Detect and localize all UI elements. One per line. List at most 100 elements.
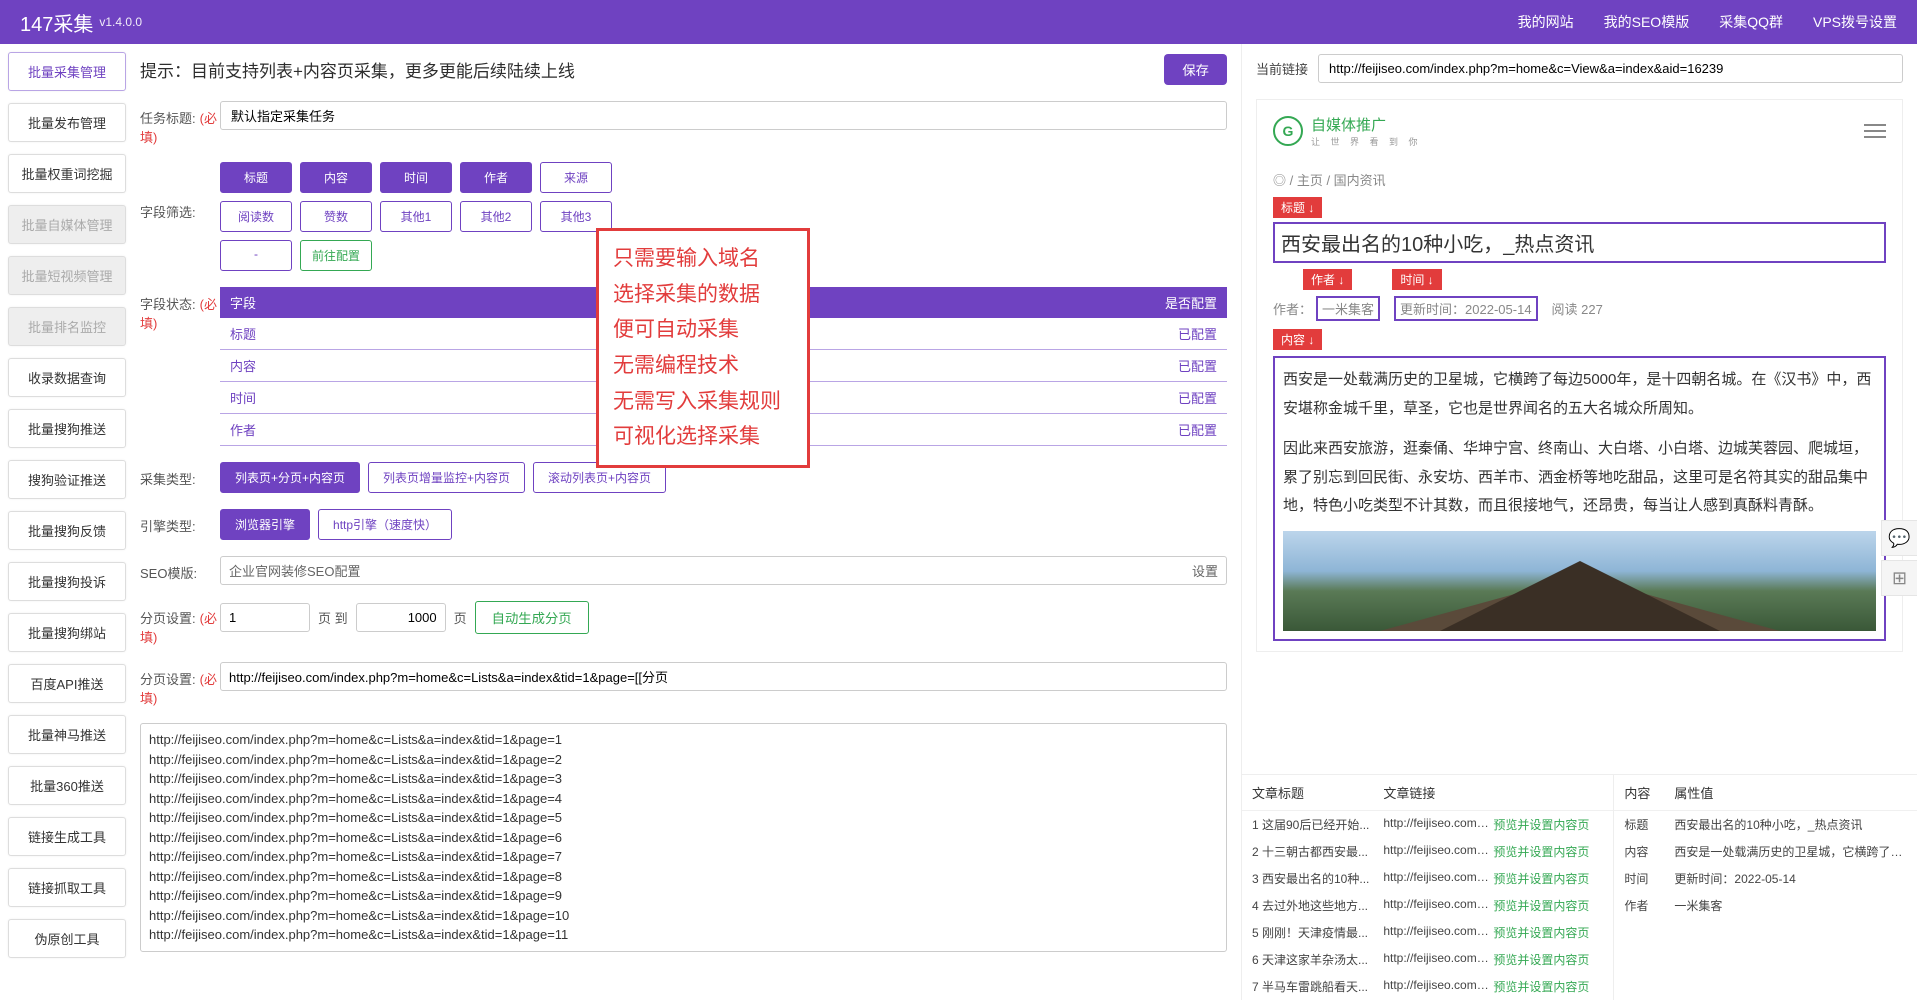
sidebar-item[interactable]: 批量搜狗反馈 <box>8 511 126 550</box>
page-tip: 提示：目前支持列表+内容页采集，更多更能后续陆续上线 <box>140 57 575 82</box>
sidebar-item[interactable]: 批量采集管理 <box>8 52 126 91</box>
sidebar-item[interactable]: 搜狗验证推送 <box>8 460 126 499</box>
table-row: 时间更新时间：2022-05-14 <box>1614 865 1917 892</box>
page-to-input[interactable] <box>356 603 446 632</box>
preview-link[interactable]: 预览并设置内容页 <box>1493 816 1603 833</box>
current-link-input[interactable] <box>1318 54 1903 83</box>
table-row: 内容西安是一处载满历史的卫星城，它横跨了每边5000年，是十四朝名... <box>1614 838 1917 865</box>
sidebar-item[interactable]: 链接抓取工具 <box>8 868 126 907</box>
preview-link[interactable]: 预览并设置内容页 <box>1493 924 1603 941</box>
current-link-label: 当前链接 <box>1256 59 1308 78</box>
engine-type-label: 引擎类型: <box>140 509 220 535</box>
topbar: 147采集 v1.4.0.0 我的网站 我的SEO模版 采集QQ群 VPS拨号设置 <box>0 0 1917 44</box>
url-list[interactable]: http://feijiseo.com/index.php?m=home&c=L… <box>140 723 1227 952</box>
auto-gen-paging-button[interactable]: 自动生成分页 <box>475 601 589 634</box>
field-chip[interactable]: 前往配置 <box>300 240 372 271</box>
field-chip[interactable]: 作者 <box>460 162 532 193</box>
nav-item[interactable]: VPS拨号设置 <box>1813 12 1897 32</box>
field-chip[interactable]: http引擎（速度快） <box>318 509 452 540</box>
author-highlight[interactable]: 一米集客 <box>1316 296 1380 321</box>
table-row[interactable]: 5 刚刚！天津疫情最...http://feijiseo.com/in...预览… <box>1242 919 1613 946</box>
preview-content-box[interactable]: 西安是一处载满历史的卫星城，它横跨了每边5000年，是十四朝名城。在《汉书》中，… <box>1273 356 1886 641</box>
field-chip[interactable]: 内容 <box>300 162 372 193</box>
preview-logo: G 自媒体推广 让 世 界 看 到 你 <box>1273 114 1422 148</box>
task-title-label: 任务标题:(必填) <box>140 101 220 146</box>
seo-template-box[interactable]: 企业官网装修SEO配置 设置 <box>220 556 1227 585</box>
field-chip[interactable]: - <box>220 240 292 271</box>
field-chip[interactable]: 列表页+分页+内容页 <box>220 462 360 493</box>
sidebar-item[interactable]: 批量排名监控 <box>8 307 126 346</box>
field-chip[interactable]: 时间 <box>380 162 452 193</box>
seo-config-link[interactable]: 设置 <box>1192 561 1218 580</box>
sidebar-item[interactable]: 批量搜狗绑站 <box>8 613 126 652</box>
table-row[interactable]: 6 天津这家羊杂汤太...http://feijiseo.com/in...预览… <box>1242 946 1613 973</box>
sidebar-item[interactable]: 批量权重词挖掘 <box>8 154 126 193</box>
page-from-input[interactable] <box>220 603 310 632</box>
seo-template-label: SEO模版: <box>140 556 220 582</box>
nav-item[interactable]: 我的SEO模版 <box>1604 12 1690 32</box>
logo-icon: G <box>1273 116 1303 146</box>
field-chip[interactable]: 其他2 <box>460 201 532 232</box>
brand: 147采集 <box>20 8 93 37</box>
author-badge[interactable]: 作者 ↓ <box>1303 269 1352 290</box>
chat-icon[interactable]: 💬 <box>1881 520 1917 556</box>
field-chip[interactable]: 赞数 <box>300 201 372 232</box>
center-panel: 提示：目前支持列表+内容页采集，更多更能后续陆续上线 保存 任务标题:(必填) … <box>134 44 1242 1000</box>
table-row[interactable]: 2 十三朝古都西安最...http://feijiseo.com/in...预览… <box>1242 838 1613 865</box>
preview-title-box[interactable]: 西安最出名的10种小吃，_热点资讯 <box>1273 222 1886 263</box>
preview-link[interactable]: 预览并设置内容页 <box>1493 951 1603 968</box>
table-row[interactable]: 4 去过外地这些地方...http://feijiseo.com/in...预览… <box>1242 892 1613 919</box>
table-row: 作者一米集客 <box>1614 892 1917 919</box>
collect-type-label: 采集类型: <box>140 462 220 488</box>
sidebar-item[interactable]: 批量神马推送 <box>8 715 126 754</box>
sidebar-item[interactable]: 批量360推送 <box>8 766 126 805</box>
red-callout: 只需要输入域名选择采集的数据便可自动采集无需编程技术无需写入采集规则可视化选择采… <box>596 228 810 468</box>
paging-url-label: 分页设置:(必填) <box>140 662 220 707</box>
content-badge[interactable]: 内容 ↓ <box>1273 329 1322 350</box>
sidebar-item[interactable]: 收录数据查询 <box>8 358 126 397</box>
field-chip[interactable]: 其他1 <box>380 201 452 232</box>
paging-label: 分页设置:(必填) <box>140 601 220 646</box>
preview-pane[interactable]: G 自媒体推广 让 世 界 看 到 你 ◎ / 主页 / 国内资讯 标题 ↓ 西… <box>1242 93 1917 774</box>
sidebar-item[interactable]: 链接生成工具 <box>8 817 126 856</box>
save-button[interactable]: 保存 <box>1164 54 1227 85</box>
time-highlight[interactable]: 更新时间：2022-05-14 <box>1394 296 1538 321</box>
sidebar-item[interactable]: 批量搜狗投诉 <box>8 562 126 601</box>
field-chip[interactable]: 来源 <box>540 162 612 193</box>
preview-link[interactable]: 预览并设置内容页 <box>1493 843 1603 860</box>
sidebar-item[interactable]: 批量短视频管理 <box>8 256 126 295</box>
field-chip[interactable]: 标题 <box>220 162 292 193</box>
sidebar-item[interactable]: 伪原创工具 <box>8 919 126 958</box>
preview-image <box>1283 531 1876 631</box>
preview-link[interactable]: 预览并设置内容页 <box>1493 897 1603 914</box>
field-status-label: 字段状态:(必填) <box>140 287 220 332</box>
sidebar-item[interactable]: 批量发布管理 <box>8 103 126 142</box>
field-chip[interactable]: 阅读数 <box>220 201 292 232</box>
preview-link[interactable]: 预览并设置内容页 <box>1493 870 1603 887</box>
breadcrumb[interactable]: ◎ / 主页 / 国内资讯 <box>1257 162 1902 197</box>
right-panel: 当前链接 G 自媒体推广 让 世 界 看 到 你 ◎ / 主页 / 国内资讯 标… <box>1242 44 1917 1000</box>
preview-meta: 作者： 一米集客 更新时间：2022-05-14 阅读 227 <box>1257 292 1902 325</box>
field-chip[interactable]: 浏览器引擎 <box>220 509 310 540</box>
preview-link[interactable]: 预览并设置内容页 <box>1493 978 1603 995</box>
task-title-input[interactable] <box>220 101 1227 130</box>
table-row[interactable]: 3 西安最出名的10种...http://feijiseo.com/in...预… <box>1242 865 1613 892</box>
nav-item[interactable]: 我的网站 <box>1518 12 1574 32</box>
field-chip[interactable]: 列表页增量监控+内容页 <box>368 462 525 493</box>
time-badge[interactable]: 时间 ↓ <box>1392 269 1441 290</box>
nav-item[interactable]: 采集QQ群 <box>1719 12 1783 32</box>
table-row[interactable]: 1 这届90后已经开始...http://feijiseo.com/in...预… <box>1242 811 1613 838</box>
table-row: 标题西安最出名的10种小吃，_热点资讯 <box>1614 811 1917 838</box>
sidebar-item[interactable]: 百度API推送 <box>8 664 126 703</box>
hamburger-icon[interactable] <box>1864 120 1886 142</box>
sidebar: 批量采集管理批量发布管理批量权重词挖掘批量自媒体管理批量短视频管理批量排名监控收… <box>0 44 134 1000</box>
table-row[interactable]: 7 半马车雷跳船看天...http://feijiseo.com/in...预览… <box>1242 973 1613 1000</box>
qr-icon[interactable]: ⊞ <box>1881 560 1917 596</box>
version: v1.4.0.0 <box>99 15 142 29</box>
paging-url-input[interactable] <box>220 662 1227 691</box>
sidebar-item[interactable]: 批量搜狗推送 <box>8 409 126 448</box>
article-table: 文章标题文章链接 1 这届90后已经开始...http://feijiseo.c… <box>1242 775 1614 1000</box>
field-filter-label: 字段筛选: <box>140 162 220 221</box>
title-badge[interactable]: 标题 ↓ <box>1273 197 1322 218</box>
sidebar-item[interactable]: 批量自媒体管理 <box>8 205 126 244</box>
